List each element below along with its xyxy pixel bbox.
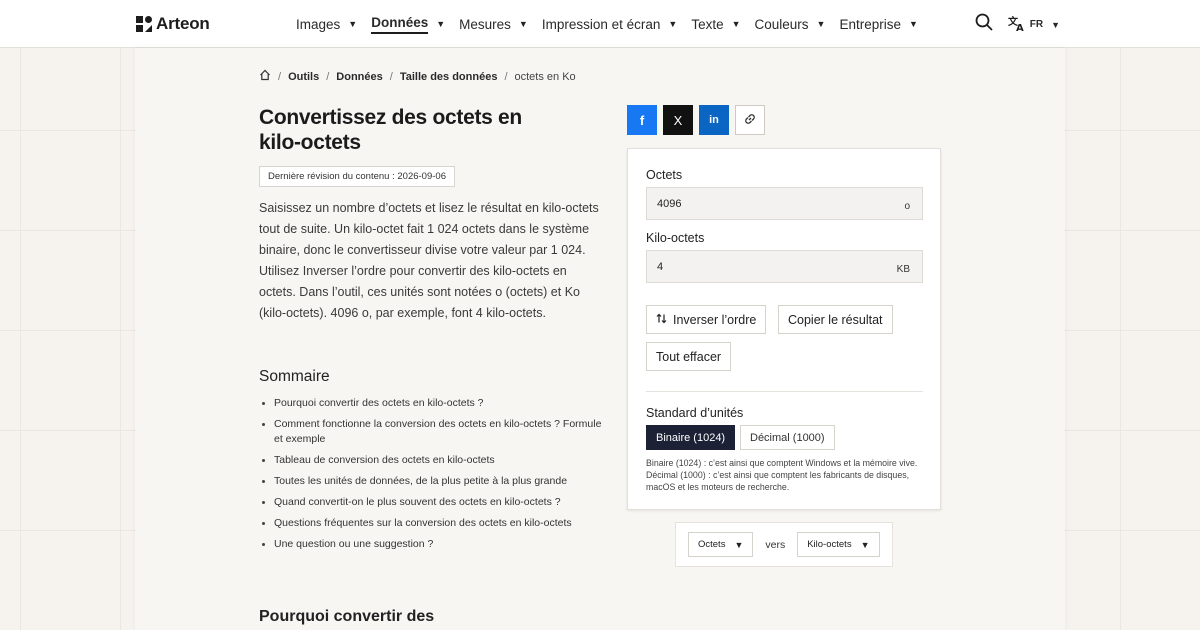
nav-item-label: Couleurs: [754, 16, 809, 32]
caret-down-icon: ▼: [909, 19, 918, 29]
from-unit-value: Octets: [698, 539, 726, 550]
decimal-label: Décimal (1000): [750, 431, 825, 444]
nav-item-label: Texte: [691, 16, 724, 32]
converter-panel: Octets o Kilo-octets KB Inverser l’ordre…: [627, 148, 941, 510]
facebook-icon: f: [639, 112, 645, 128]
nav-item-impression[interactable]: Impression et écran ▼: [542, 0, 677, 48]
bytes-input[interactable]: [657, 197, 857, 210]
caret-down-icon: ▼: [348, 19, 358, 29]
toc-link[interactable]: Une question ou une suggestion ?: [259, 537, 609, 552]
table-of-contents: Pourquoi convertir des octets en kilo-oc…: [259, 396, 609, 558]
x-icon: X: [673, 112, 683, 128]
toc-link[interactable]: Comment fonctionne la conversion des oct…: [259, 417, 609, 447]
caret-down-icon: ▼: [518, 19, 528, 29]
toc-link[interactable]: Questions fréquentes sur la conversion d…: [259, 516, 609, 531]
page-title: Convertissez des octets en kilo-octets: [259, 106, 522, 154]
nav-item-texte[interactable]: Texte ▼: [691, 0, 740, 48]
nav-item-label: Données: [371, 15, 429, 34]
share-x-button[interactable]: X: [663, 105, 693, 135]
translate-icon: 文A: [1008, 14, 1026, 35]
header-actions: 文A FR ▼: [974, 12, 1060, 37]
toc-link[interactable]: Pourquoi convertir des octets en kilo-oc…: [259, 396, 609, 411]
swap-button[interactable]: Inverser l’ordre: [646, 305, 767, 334]
main-content: / Outils / Données / Taille des données …: [135, 48, 1065, 630]
breadcrumb-separator: /: [504, 70, 508, 83]
to-label: Kilo-octets: [646, 231, 705, 245]
share-buttons: f X in: [627, 105, 765, 135]
to-unit-select[interactable]: Kilo-octets ▼: [797, 532, 880, 557]
nav-item-label: Images: [296, 16, 341, 32]
unit-standard-label: Standard d’unités: [646, 406, 744, 420]
binary-label: Binaire (1024): [656, 431, 726, 444]
link-icon: [743, 112, 757, 129]
nav-item-images[interactable]: Images ▼: [296, 0, 357, 48]
nav-item-label: Impression et écran: [541, 16, 661, 32]
share-facebook-button[interactable]: f: [627, 105, 657, 135]
breadcrumb-taille[interactable]: Taille des données: [400, 71, 498, 83]
nav-item-label: Mesures: [459, 16, 511, 32]
section-heading: Pourquoi convertir des: [259, 608, 435, 625]
svg-text:A: A: [1016, 23, 1024, 32]
logo-icon: [136, 16, 152, 32]
divider: [646, 391, 923, 392]
kilobytes-input[interactable]: [657, 260, 857, 273]
language-code: FR: [1029, 19, 1044, 30]
copy-link-button[interactable]: [735, 105, 765, 135]
breadcrumb-current: octets en Ko: [514, 70, 576, 83]
nav-item-mesures[interactable]: Mesures ▼: [459, 0, 528, 48]
kilobytes-unit: KB: [896, 264, 910, 275]
home-icon[interactable]: [259, 69, 271, 84]
from-unit-select[interactable]: Octets ▼: [688, 532, 754, 557]
clear-label: Tout effacer: [656, 349, 722, 364]
kilobytes-field[interactable]: KB: [646, 250, 923, 283]
copy-label: Copier le résultat: [788, 312, 883, 327]
top-navigation-bar: Arteon Images ▼ Données ▼ Mesures ▼ Impr…: [0, 0, 1200, 48]
nav-item-couleurs[interactable]: Couleurs ▼: [755, 0, 826, 48]
breadcrumb: / Outils / Données / Taille des données …: [259, 69, 576, 84]
breadcrumb-separator: /: [389, 70, 393, 83]
binary-standard-toggle[interactable]: Binaire (1024): [646, 425, 736, 450]
from-label: Octets: [646, 168, 683, 182]
nav-item-donnees[interactable]: Données ▼: [371, 0, 445, 48]
decimal-standard-toggle[interactable]: Décimal (1000): [740, 425, 835, 450]
caret-down-icon: ▼: [860, 539, 870, 550]
share-linkedin-button[interactable]: in: [699, 105, 729, 135]
toc-link[interactable]: Tableau de conversion des octets en kilo…: [259, 453, 609, 468]
nav-item-label: Entreprise: [839, 16, 901, 32]
language-selector[interactable]: 文A FR ▼: [1008, 14, 1060, 35]
caret-down-icon: ▼: [1051, 19, 1060, 30]
swap-arrows-icon: [656, 313, 667, 327]
intro-paragraph: Saisissez un nombre d’octets et lisez le…: [259, 201, 599, 320]
swap-label: Inverser l’ordre: [673, 312, 757, 327]
caret-down-icon: ▼: [734, 539, 744, 550]
bytes-field[interactable]: o: [646, 187, 923, 220]
to-unit-value: Kilo-octets: [807, 539, 852, 550]
caret-down-icon: ▼: [436, 19, 446, 29]
toc-link[interactable]: Quand convertit-on le plus souvent des o…: [259, 495, 609, 510]
caret-down-icon: ▼: [816, 19, 826, 29]
caret-down-icon: ▼: [668, 19, 678, 29]
breadcrumb-outils[interactable]: Outils: [288, 71, 319, 83]
breadcrumb-separator: /: [278, 70, 282, 83]
nav-item-entreprise[interactable]: Entreprise ▼: [839, 0, 917, 48]
main-nav: Images ▼ Données ▼ Mesures ▼ Impression …: [296, 0, 932, 48]
caret-down-icon: ▼: [731, 19, 741, 29]
search-icon[interactable]: [974, 12, 994, 37]
unit-pair-selector: Octets ▼ vers Kilo-octets ▼: [675, 522, 893, 567]
brand-logo[interactable]: Arteon: [136, 14, 210, 34]
clear-all-button[interactable]: Tout effacer: [646, 342, 732, 371]
revision-badge: Dernière révision du contenu : 2026-09-0…: [259, 166, 455, 187]
breadcrumb-separator: /: [326, 70, 330, 83]
unit-pair-connector: vers: [765, 538, 786, 551]
toc-heading: Sommaire: [259, 368, 330, 385]
breadcrumb-donnees[interactable]: Données: [336, 71, 382, 83]
standard-note: Binaire (1024) : c’est ainsi que compten…: [646, 458, 918, 492]
bytes-unit: o: [904, 201, 910, 212]
linkedin-icon: in: [709, 114, 719, 126]
toc-link[interactable]: Toutes les unités de données, de la plus…: [259, 474, 609, 489]
copy-result-button[interactable]: Copier le résultat: [778, 305, 893, 334]
brand-name: Arteon: [156, 14, 210, 33]
